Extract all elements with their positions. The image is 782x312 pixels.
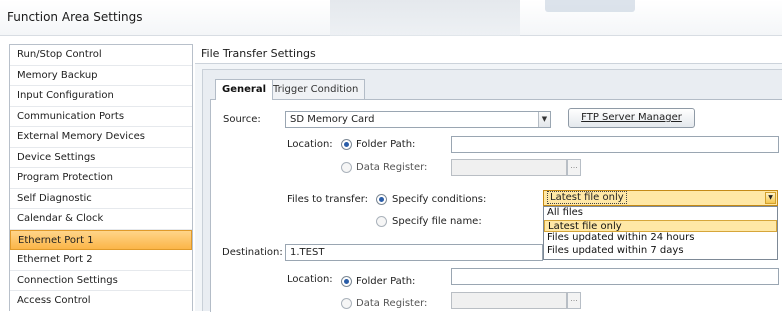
option-latest-file-only[interactable]: Latest file only [544,219,777,232]
sidebar-item-device-settings[interactable]: Device Settings [10,148,192,168]
specify-file-name-radio[interactable] [376,216,387,227]
chevron-down-icon[interactable]: ▼ [765,192,776,204]
source-folder-path-input[interactable] [451,136,779,153]
option-updated-24-hours[interactable]: Files updated within 24 hours [544,232,777,245]
sidebar-item-access-control[interactable]: Access Control [10,291,192,311]
source-select[interactable]: SD Memory Card ▼ [285,111,551,128]
source-label: Source: [223,114,261,125]
background-window-ghost [330,0,520,36]
option-all-files[interactable]: All files [544,207,777,220]
sidebar-item-run-stop-control[interactable]: Run/Stop Control [10,45,192,66]
title-bar: Function Area Settings [0,0,782,36]
sidebar-item-self-diagnostic[interactable]: Self Diagnostic [10,189,192,209]
destination-value: 1.TEST [290,247,325,258]
source-data-register-input [451,159,567,176]
chevron-down-icon[interactable]: ▼ [538,112,550,127]
sidebar-item-external-memory-devices[interactable]: External Memory Devices [10,127,192,148]
destination-folder-path-input[interactable] [451,268,779,285]
sidebar-item-program-protection[interactable]: Program Protection [10,168,192,189]
files-condition-dropdown: All files Latest file only Files updated… [543,206,778,260]
window-title: Function Area Settings [7,10,143,24]
files-condition-value: Latest file only [547,191,627,204]
source-value: SD Memory Card [290,114,375,125]
destination-select[interactable]: 1.TEST [285,244,543,261]
sidebar-item-connection-settings[interactable]: Connection Settings [10,271,192,291]
files-to-transfer-label: Files to transfer: [287,194,369,205]
source-folder-path-radio[interactable] [341,139,352,150]
source-location-label: Location: [287,139,333,150]
destination-folder-path-label: Folder Path: [356,276,416,287]
ftp-server-manager-button[interactable]: FTP Server Manager [568,108,695,128]
sidebar-item-communication-ports[interactable]: Communication Ports [10,107,192,127]
sidebar-item-input-configuration[interactable]: Input Configuration [10,86,192,107]
tab-general[interactable]: General [215,79,273,100]
background-button-ghost [545,0,635,12]
destination-label: Destination: [222,247,283,258]
sidebar-item-ethernet-port-2[interactable]: Ethernet Port 2 [10,250,192,271]
destination-data-register-browse-button: ... [567,292,581,309]
panel-header: File Transfer Settings [195,44,782,64]
source-data-register-radio[interactable] [341,162,352,173]
destination-data-register-radio[interactable] [341,298,352,309]
panel-title: File Transfer Settings [201,47,316,60]
tab-trigger-condition[interactable]: Trigger Condition [266,79,366,99]
source-data-register-label: Data Register: [356,162,428,173]
ftp-server-manager-label: FTP Server Manager [581,112,682,123]
destination-folder-path-radio[interactable] [341,276,352,287]
destination-data-register-input [451,292,567,309]
destination-data-register-label: Data Register: [356,298,428,309]
destination-location-label: Location: [287,274,333,285]
sidebar-item-calendar-clock[interactable]: Calendar & Clock [10,209,192,230]
sidebar-item-ethernet-port-1[interactable]: Ethernet Port 1 [10,229,192,250]
option-updated-7-days[interactable]: Files updated within 7 days [544,245,777,258]
sidebar-item-memory-backup[interactable]: Memory Backup [10,66,192,86]
specify-conditions-radio[interactable] [376,194,387,205]
source-folder-path-label: Folder Path: [356,139,416,150]
specify-conditions-label: Specify conditions: [392,194,487,205]
specify-file-name-label: Specify file name: [392,216,482,227]
function-area-list: Run/Stop Control Memory Backup Input Con… [9,44,193,311]
files-condition-select[interactable]: Latest file only ▼ [543,190,778,206]
source-data-register-browse-button: ... [567,159,581,176]
